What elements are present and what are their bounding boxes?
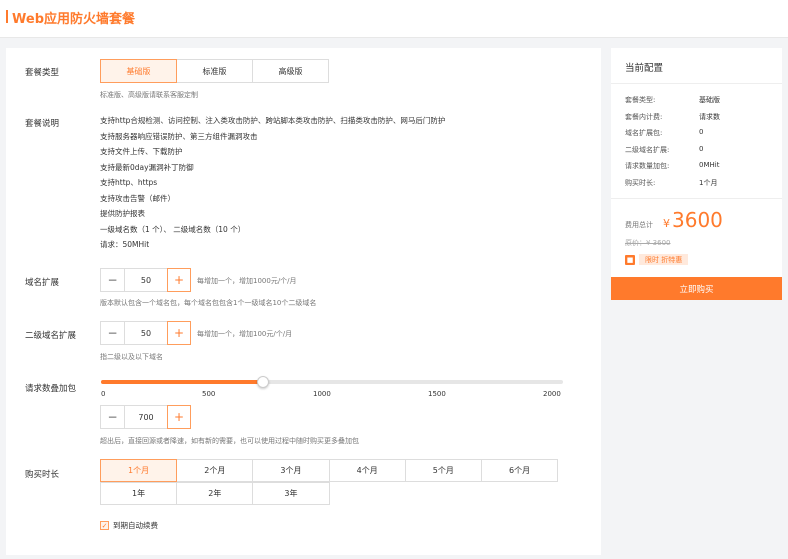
subdomain-ext-increment-button[interactable]: + — [167, 321, 191, 345]
auto-renew-checkbox[interactable]: ✓ — [100, 521, 109, 530]
slider-tick-label: 1500 — [428, 390, 446, 398]
request-pack-label: 请求数叠加包 — [25, 384, 77, 394]
request-pack-slider[interactable] — [101, 376, 563, 388]
summary-row-value: 0 — [699, 145, 704, 153]
subdomain-ext-note: 指二级以及以下域名 — [100, 353, 163, 361]
description-line: 支持攻击告警（邮件） — [100, 193, 175, 203]
duration-option[interactable]: 6个月 — [480, 459, 559, 482]
description-line: 一级域名数（1 个）、 二级域名数（10 个） — [100, 224, 246, 234]
summary-row-key: 套餐内计费: — [625, 113, 663, 121]
subdomain-ext-label: 二级域名扩展 — [25, 331, 77, 341]
slider-tick-label: 1000 — [313, 390, 331, 398]
description-line: 请求：50MHit — [100, 240, 150, 249]
description-line: 支持http合规检测、访问控制、注入类攻击防护、跨站脚本类攻击防护、扫描类攻击防… — [100, 116, 446, 125]
domain-ext-decrement-button[interactable]: − — [101, 269, 125, 291]
summary-row-key: 二级域名扩展: — [625, 146, 670, 154]
subdomain-ext-value[interactable]: 50 — [125, 322, 167, 344]
duration-option[interactable]: 2个月 — [176, 459, 254, 482]
domain-ext-note: 版本默认包含一个域名包，每个域名包包含1个一级域名10个二级域名 — [100, 299, 317, 307]
request-pack-note: 超出后，直接回源或者降速，如有新的需要，也可以使用过程中随时购买更多叠加包 — [100, 437, 359, 445]
domain-ext-label: 域名扩展 — [25, 278, 60, 288]
top-bar: Web应用防火墙套餐 — [0, 0, 788, 38]
request-pack-stepper: − 700 + — [100, 405, 191, 429]
package-option-standard[interactable]: 标准版 — [176, 59, 253, 83]
promo: ■ 限时 折特惠 — [625, 254, 689, 265]
duration-option[interactable]: 1年 — [100, 482, 178, 505]
title-accent-bar — [6, 10, 8, 23]
price-currency: ¥ — [663, 217, 670, 230]
request-pack-increment-button[interactable]: + — [167, 405, 191, 429]
summary-divider — [611, 83, 782, 84]
auto-renew-label: 到期自动续费 — [113, 521, 158, 530]
package-option-basic[interactable]: 基础版 — [100, 59, 177, 83]
duration-option[interactable]: 3年 — [252, 482, 330, 505]
request-pack-slider-fill — [101, 380, 263, 384]
duration-option[interactable]: 5个月 — [404, 459, 482, 482]
summary-row-key: 请求数量加包: — [625, 162, 670, 170]
summary-row-value: 基础版 — [699, 96, 720, 104]
summary-row-value: 1个月 — [699, 179, 718, 187]
duration-option[interactable]: 1个月 — [100, 459, 178, 482]
subdomain-ext-decrement-button[interactable]: − — [101, 322, 125, 344]
auto-renew[interactable]: ✓ 到期自动续费 — [100, 520, 158, 531]
duration-option[interactable]: 4个月 — [328, 459, 406, 482]
summary-row-value: 请求数 — [699, 113, 720, 121]
description-list: 支持http合规检测、访问控制、注入类攻击防护、跨站脚本类攻击防护、扫描类攻击防… — [100, 113, 445, 253]
request-pack-decrement-button[interactable]: − — [101, 406, 125, 428]
domain-ext-hint: 每增加一个，增加1000元/个/月 — [197, 277, 297, 285]
summary-title: 当前配置 — [625, 63, 664, 74]
total-price: ¥ 3600 — [663, 208, 723, 232]
request-pack-value[interactable]: 700 — [125, 406, 167, 428]
slider-tick-label: 0 — [101, 390, 106, 398]
summary-row-key: 购买时长: — [625, 179, 656, 187]
duration-selector: 1个月 2个月 3个月 4个月 5个月 6个月 1年 2年 3年 — [100, 459, 563, 505]
slider-tick-label: 500 — [202, 390, 216, 398]
total-label: 费用总计 — [625, 221, 653, 229]
domain-ext-increment-button[interactable]: + — [167, 268, 191, 292]
description-line: 支持服务器响应错误防护、第三方组件漏洞攻击 — [100, 131, 258, 141]
package-type-selector: 基础版 标准版 高级版 — [100, 59, 329, 83]
description-line: 支持文件上传、下载防护 — [100, 147, 183, 156]
summary-row-value: 0MHit — [699, 161, 720, 169]
buy-now-button[interactable]: 立即购买 — [611, 277, 782, 300]
package-option-advanced[interactable]: 高级版 — [252, 59, 329, 83]
page-title: Web应用防火墙套餐 — [12, 12, 135, 27]
summary-divider — [611, 198, 782, 199]
description-label: 套餐说明 — [25, 119, 60, 129]
price-value: 3600 — [672, 208, 723, 232]
gift-icon: ■ — [625, 254, 635, 265]
domain-ext-stepper: − 50 + — [100, 268, 191, 292]
summary-panel: 当前配置 套餐类型: 基础版 套餐内计费: 请求数 域名扩展包: 0 二级域名扩… — [611, 48, 782, 300]
subdomain-ext-hint: 每增加一个，增加100元/个/月 — [197, 330, 293, 338]
original-price: 原价：¥ 3600 — [625, 239, 671, 247]
duration-label: 购买时长 — [25, 470, 60, 480]
description-line: 支持http、https — [100, 178, 158, 187]
domain-ext-value[interactable]: 50 — [125, 269, 167, 291]
config-panel: 套餐类型 基础版 标准版 高级版 标准版、高级版请联系客服定制 套餐说明 支持h… — [6, 48, 601, 555]
description-line: 提供防护报表 — [100, 209, 145, 218]
summary-row-key: 套餐类型: — [625, 96, 656, 104]
promo-tag: 限时 折特惠 — [639, 254, 689, 265]
subdomain-ext-stepper: − 50 + — [100, 321, 191, 345]
request-pack-slider-handle[interactable] — [256, 376, 269, 388]
slider-tick-label: 2000 — [543, 390, 561, 398]
package-note: 标准版、高级版请联系客服定制 — [100, 91, 198, 99]
duration-option[interactable]: 3个月 — [252, 459, 330, 482]
duration-option[interactable]: 2年 — [176, 482, 254, 505]
summary-row-value: 0 — [699, 128, 704, 136]
summary-row-key: 域名扩展包: — [625, 129, 663, 137]
package-type-label: 套餐类型 — [25, 68, 60, 78]
description-line: 支持最新0day漏洞补丁防御 — [100, 162, 194, 172]
